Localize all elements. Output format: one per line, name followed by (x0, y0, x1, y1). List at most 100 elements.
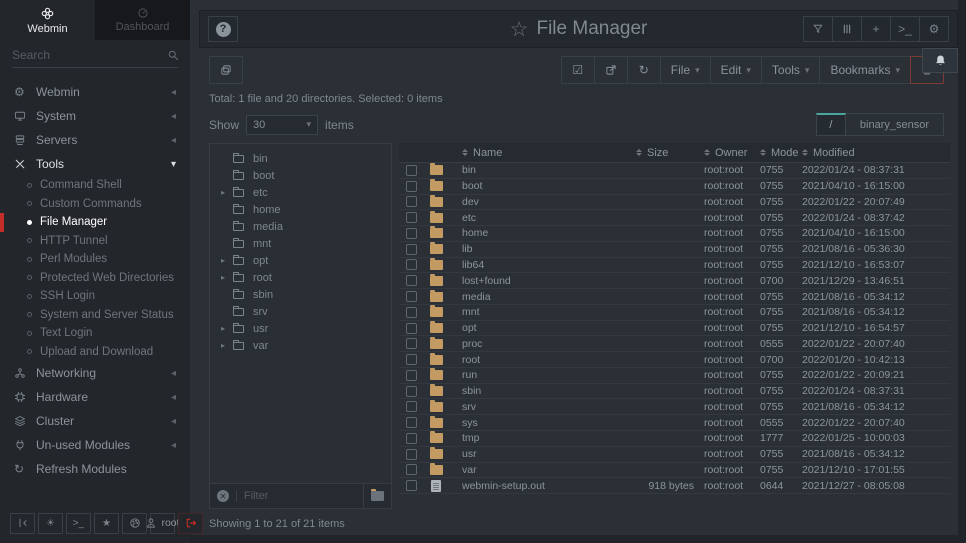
row-checkbox[interactable] (406, 480, 417, 491)
tree-filter-input[interactable] (244, 490, 357, 502)
theme-button[interactable]: ☀ (38, 513, 63, 534)
caret-right-icon[interactable]: ▸ (221, 324, 225, 333)
row-checkbox[interactable] (406, 354, 417, 365)
column-header-modified[interactable]: Modified (802, 147, 950, 159)
caret-right-icon[interactable]: ▸ (221, 188, 225, 197)
column-header-name[interactable]: Name (449, 147, 636, 159)
table-row-media[interactable]: mediaroot:root07552021/08/16 - 05:34:12 (399, 289, 950, 305)
vertical-scrollbar[interactable] (958, 0, 966, 543)
table-row-usr[interactable]: usrroot:root07552021/08/16 - 05:34:12 (399, 447, 950, 463)
table-row-opt[interactable]: optroot:root07552021/12/10 - 16:54:57 (399, 321, 950, 337)
logout-button[interactable] (178, 513, 203, 534)
row-checkbox[interactable] (406, 259, 417, 270)
search-input[interactable] (12, 48, 167, 62)
row-checkbox[interactable] (406, 338, 417, 349)
breadcrumb-root[interactable]: / (816, 113, 846, 136)
sidebar-item-command-shell[interactable]: Command Shell (0, 176, 190, 195)
table-row-var[interactable]: varroot:root07552021/12/10 - 17:01:55 (399, 463, 950, 479)
row-checkbox[interactable] (406, 275, 417, 286)
table-row-lib[interactable]: libroot:root07552021/08/16 - 05:36:30 (399, 242, 950, 258)
sidebar-item-custom-commands[interactable]: Custom Commands (0, 195, 190, 214)
collapse-sidebar-button[interactable] (10, 513, 35, 534)
tree-item-boot[interactable]: boot (210, 167, 391, 184)
table-row-sbin[interactable]: sbinroot:root07552022/01/24 - 08:37:31 (399, 384, 950, 400)
sidebar-item-text-login[interactable]: Text Login (0, 324, 190, 343)
tree-item-etc[interactable]: ▸etc (210, 184, 391, 201)
file-menu-button[interactable]: File▾ (660, 56, 711, 84)
sidebar-item-system[interactable]: System◂ (0, 104, 190, 128)
table-row-home[interactable]: homeroot:root07552021/04/10 - 16:15:00 (399, 226, 950, 242)
row-checkbox[interactable] (406, 323, 417, 334)
tree-item-home[interactable]: home (210, 201, 391, 218)
tree-item-mnt[interactable]: mnt (210, 235, 391, 252)
sidebar-item-un-used-modules[interactable]: Un-used Modules◂ (0, 433, 190, 457)
tree-item-var[interactable]: ▸var (210, 337, 391, 354)
columns-button[interactable] (832, 16, 862, 42)
sidebar-item-perl-modules[interactable]: Perl Modules (0, 250, 190, 269)
column-header-owner[interactable]: Owner (704, 147, 760, 159)
sidebar-item-ssh-login[interactable]: SSH Login (0, 287, 190, 306)
table-row-srv[interactable]: srvroot:root07552021/08/16 - 05:34:12 (399, 399, 950, 415)
clear-filter-icon[interactable]: ✕ (217, 490, 229, 502)
table-row-dev[interactable]: devroot:root07552022/01/22 - 20:07:49 (399, 195, 950, 211)
filter-columns-button[interactable] (803, 16, 833, 42)
tree-item-bin[interactable]: bin (210, 150, 391, 167)
tools-menu-button[interactable]: Tools▾ (761, 56, 821, 84)
select-all-button[interactable]: ☑ (561, 56, 595, 84)
favorites-button[interactable]: ★ (94, 513, 119, 534)
help-button[interactable]: ? (208, 16, 238, 42)
table-row-boot[interactable]: bootroot:root07552021/04/10 - 16:15:00 (399, 179, 950, 195)
terminal-button[interactable]: >_ (890, 16, 920, 42)
sidebar-item-protected-web-directories[interactable]: Protected Web Directories (0, 269, 190, 288)
row-checkbox[interactable] (406, 417, 417, 428)
user-button[interactable]: root (150, 513, 175, 534)
sidebar-item-hardware[interactable]: Hardware◂ (0, 385, 190, 409)
row-checkbox[interactable] (406, 464, 417, 475)
table-row-root[interactable]: rootroot:root07002022/01/20 - 10:42:13 (399, 352, 950, 368)
sidebar-item-file-manager[interactable]: File Manager (0, 213, 190, 232)
shell-button[interactable]: >_ (66, 513, 91, 534)
row-checkbox[interactable] (406, 433, 417, 444)
table-row-sys[interactable]: sysroot:root05552022/01/22 - 20:07:40 (399, 415, 950, 431)
edit-menu-button[interactable]: Edit▾ (710, 56, 762, 84)
refresh-button[interactable]: ↻ (627, 56, 661, 84)
row-checkbox[interactable] (406, 181, 417, 192)
tree-item-sbin[interactable]: sbin (210, 286, 391, 303)
page-size-select[interactable]: 30 ▾ (246, 115, 318, 135)
row-checkbox[interactable] (406, 401, 417, 412)
breadcrumb-current[interactable]: binary_sensor (846, 113, 944, 136)
row-checkbox[interactable] (406, 449, 417, 460)
row-checkbox[interactable] (406, 244, 417, 255)
table-row-tmp[interactable]: tmproot:root17772022/01/25 - 10:00:03 (399, 431, 950, 447)
caret-right-icon[interactable]: ▸ (221, 273, 225, 282)
sidebar-item-webmin[interactable]: ⚙Webmin◂ (0, 80, 190, 104)
table-row-lost-found[interactable]: lost+foundroot:root07002021/12/29 - 13:4… (399, 273, 950, 289)
table-row-mnt[interactable]: mntroot:root07552021/08/16 - 05:34:12 (399, 305, 950, 321)
sidebar-item-tools[interactable]: Tools▾ (0, 152, 190, 176)
notifications-tab[interactable] (922, 48, 958, 73)
tree-item-usr[interactable]: ▸usr (210, 320, 391, 337)
export-button[interactable] (594, 56, 628, 84)
row-checkbox[interactable] (406, 196, 417, 207)
column-header-mode[interactable]: Mode (760, 147, 802, 159)
caret-right-icon[interactable]: ▸ (221, 256, 225, 265)
settings-button[interactable]: ⚙ (919, 16, 949, 42)
row-checkbox[interactable] (406, 212, 417, 223)
table-row-lib64[interactable]: lib64root:root07552021/12/10 - 16:53:07 (399, 258, 950, 274)
tab-dashboard[interactable]: Dashboard (95, 0, 190, 40)
column-header-size[interactable]: Size (636, 147, 704, 159)
table-row-run[interactable]: runroot:root07552022/01/22 - 20:09:21 (399, 368, 950, 384)
tree-item-srv[interactable]: srv (210, 303, 391, 320)
tree-folder-button[interactable] (363, 484, 384, 508)
add-button[interactable]: + (861, 16, 891, 42)
bookmarks-menu-button[interactable]: Bookmarks▾ (819, 56, 911, 84)
sidebar-item-http-tunnel[interactable]: HTTP Tunnel (0, 232, 190, 251)
tree-item-opt[interactable]: ▸opt (210, 252, 391, 269)
table-row-webmin-setup-out[interactable]: webmin-setup.out918 bytesroot:root064420… (399, 478, 950, 494)
row-checkbox[interactable] (406, 228, 417, 239)
row-checkbox[interactable] (406, 386, 417, 397)
row-checkbox[interactable] (406, 291, 417, 302)
tab-webmin[interactable]: Webmin (0, 0, 95, 40)
language-button[interactable] (122, 513, 147, 534)
sidebar-item-servers[interactable]: Servers◂ (0, 128, 190, 152)
